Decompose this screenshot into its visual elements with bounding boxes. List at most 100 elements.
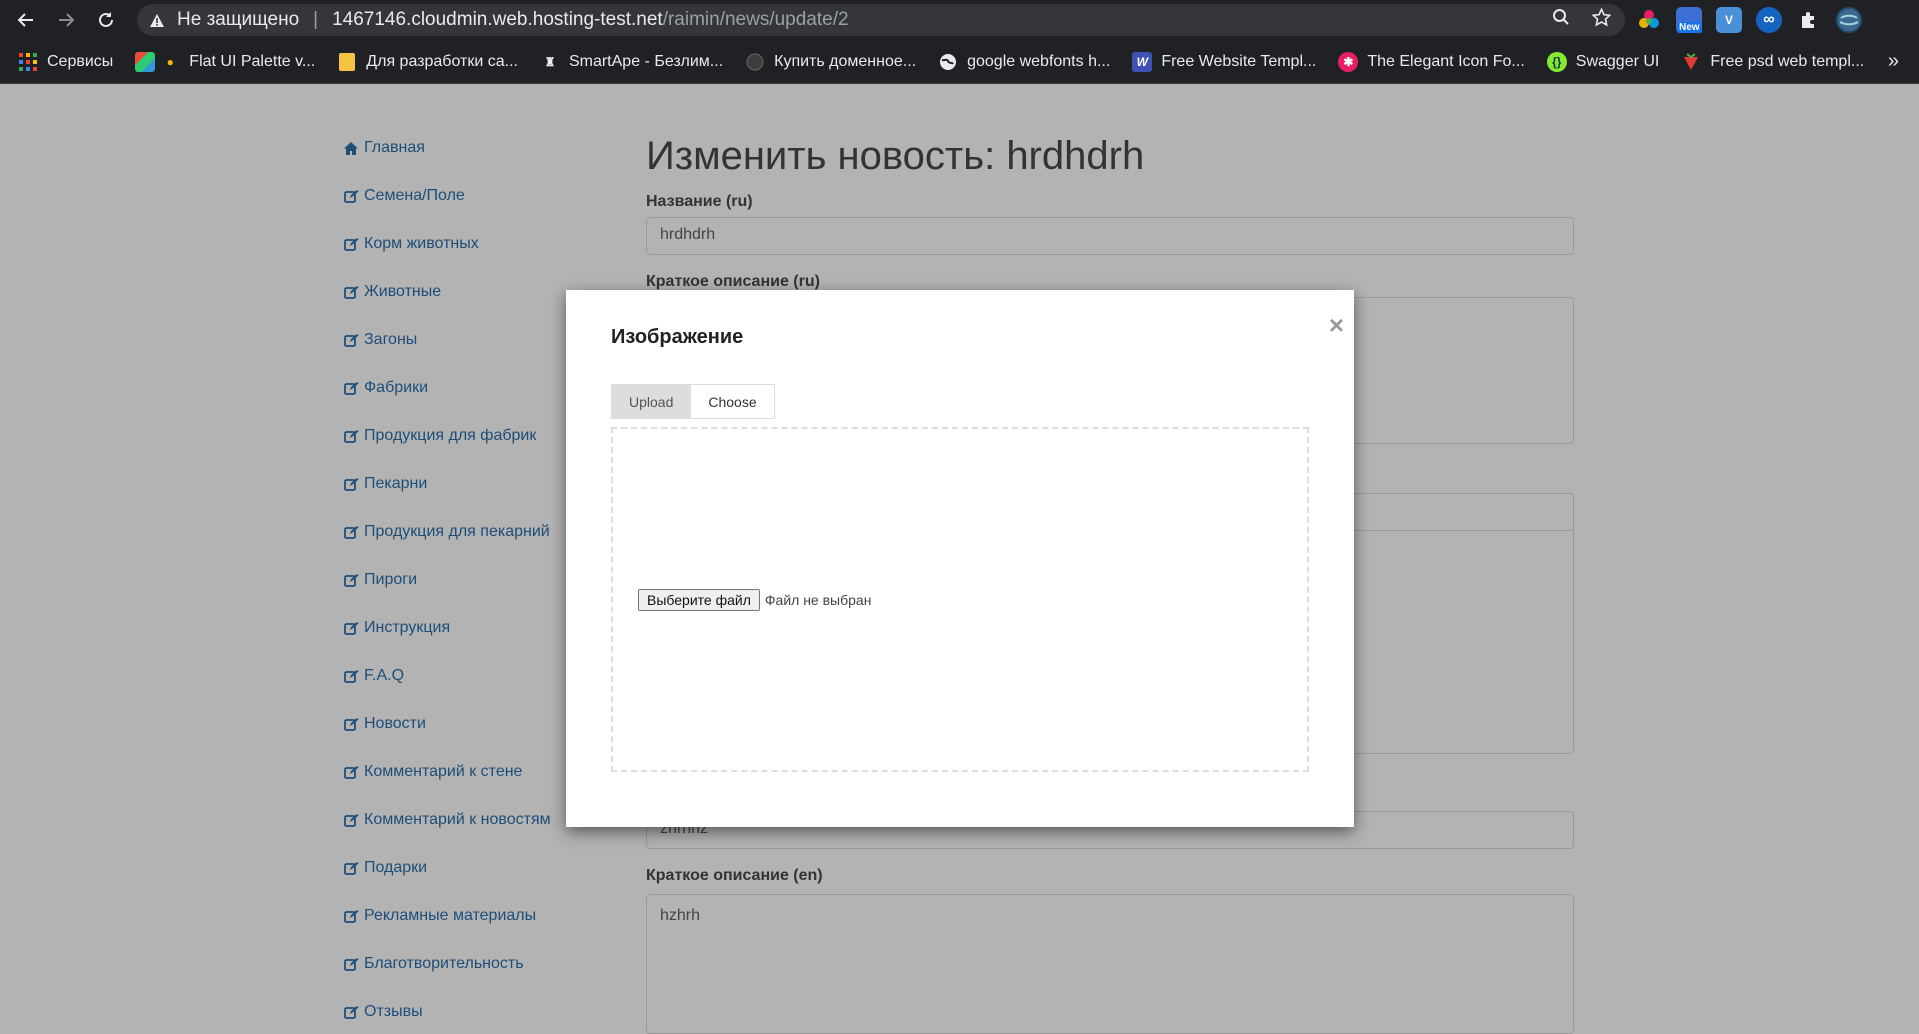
flat-ui-icon xyxy=(135,51,156,72)
profile-avatar[interactable] xyxy=(1836,7,1862,33)
link-ext-icon[interactable]: ∞ xyxy=(1756,7,1782,33)
edit-icon xyxy=(342,476,360,492)
choose-file-button[interactable]: Выберите файл xyxy=(638,589,760,611)
bookmark-label: Для разработки са... xyxy=(366,52,518,70)
file-status-text: Файл не выбран xyxy=(764,592,872,608)
bookmark-item[interactable]: W Free Website Templ... xyxy=(1132,51,1317,72)
sidebar-item-label: Семена/Поле xyxy=(364,187,465,204)
bookmark-item[interactable]: ♜ SmartApe - Безлим... xyxy=(540,52,724,72)
sidebar-item-label: Благотворительность xyxy=(364,955,524,972)
sidebar-item-animals[interactable]: Животные xyxy=(342,268,602,316)
sidebar-item-pens[interactable]: Загоны xyxy=(342,316,602,364)
sidebar-item-factory-products[interactable]: Продукция для фабрик xyxy=(342,412,602,460)
v-ext-icon[interactable]: V xyxy=(1716,7,1742,33)
edit-icon xyxy=(342,764,360,780)
sidebar-item-feed[interactable]: Корм животных xyxy=(342,220,602,268)
color-ext-icon[interactable] xyxy=(1636,7,1662,33)
bookmark-label: Купить доменное... xyxy=(774,52,917,70)
edit-icon xyxy=(342,428,360,444)
url-separator: | xyxy=(313,9,319,30)
swagger-icon: {} xyxy=(1546,51,1567,72)
url-host: 1467146.cloudmin.web.hosting-test.net xyxy=(332,9,663,30)
insecure-label[interactable]: Не защищено xyxy=(177,9,299,31)
address-bar[interactable]: Не защищено | 1467146.cloudmin.web.hosti… xyxy=(137,4,1625,36)
arrow-left-icon xyxy=(17,13,33,27)
sidebar-item-charity[interactable]: Благотворительность xyxy=(342,940,602,988)
bookmark-label: Free Website Templ... xyxy=(1161,52,1317,70)
sidebar-item-instructions[interactable]: Инструкция xyxy=(342,604,602,652)
sidebar-item-wall-comments[interactable]: Комментарий к стене xyxy=(342,748,602,796)
domain-icon xyxy=(745,52,765,72)
sidebar-item-reviews[interactable]: Отзывы xyxy=(342,988,602,1034)
chevron-more-icon[interactable]: » xyxy=(1888,50,1899,73)
bookmark-item[interactable]: Free psd web templ... xyxy=(1681,52,1864,72)
bookmark-item[interactable]: {} Swagger UI xyxy=(1546,51,1659,72)
upload-dropzone[interactable]: Выберите файл Файл не выбран xyxy=(611,427,1309,772)
forward-button[interactable] xyxy=(46,0,86,40)
name-ru-label: Название (ru) xyxy=(646,193,753,210)
sidebar-item-factories[interactable]: Фабрики xyxy=(342,364,602,412)
sidebar-item-pies[interactable]: Пироги xyxy=(342,556,602,604)
bookmark-label: google webfonts h... xyxy=(967,52,1111,70)
close-icon[interactable]: × xyxy=(1329,312,1344,338)
strawberry-icon xyxy=(1681,52,1701,72)
sidebar-item-label: F.A.Q xyxy=(364,667,405,684)
reload-button[interactable] xyxy=(86,0,126,40)
star-badge-icon: ✱ xyxy=(1338,51,1359,72)
bookmark-item[interactable]: Для разработки са... xyxy=(337,52,518,72)
palette-icon: ● xyxy=(166,54,174,69)
globe-icon xyxy=(938,52,958,72)
sidebar-item-label: Продукция для фабрик xyxy=(364,427,537,444)
sidebar-item-label: Инструкция xyxy=(364,619,451,636)
new-ext-icon[interactable]: New xyxy=(1676,7,1702,33)
bookmarks-bar: Сервисы ● Flat UI Palette v... Для разра… xyxy=(0,40,1919,84)
warning-icon xyxy=(149,13,165,28)
reload-icon xyxy=(99,12,113,27)
bookmark-item[interactable]: Сервисы xyxy=(18,52,113,72)
tab-upload[interactable]: Upload xyxy=(611,384,692,419)
sidebar-item-gifts[interactable]: Подарки xyxy=(342,844,602,892)
sidebar-item-label: Отзывы xyxy=(364,1003,423,1020)
sidebar-item-label: Подарки xyxy=(364,859,428,876)
short-ru-label: Краткое описание (ru) xyxy=(646,273,820,290)
sidebar-item-label: Главная xyxy=(364,139,425,156)
sidebar-item-label: Продукция для пекарний xyxy=(364,523,550,540)
bookmark-star-icon[interactable] xyxy=(1591,7,1612,33)
bookmark-item[interactable]: google webfonts h... xyxy=(938,52,1110,72)
sidebar-item-label: Пекарни xyxy=(364,475,428,492)
short-en-textarea[interactable]: hzhrh xyxy=(646,894,1574,1034)
name-ru-input[interactable]: hrdhdrh xyxy=(646,217,1574,255)
bookmark-item[interactable]: ✱ The Elegant Icon Fo... xyxy=(1338,51,1525,72)
sidebar-item-bakeries[interactable]: Пекарни xyxy=(342,460,602,508)
edit-icon xyxy=(342,572,360,588)
back-button[interactable] xyxy=(6,0,46,40)
v-ext-label: V xyxy=(1724,13,1733,27)
bookmark-label: Сервисы xyxy=(47,52,114,70)
bookmark-item[interactable]: Купить доменное... xyxy=(745,52,916,72)
edit-icon xyxy=(342,812,360,828)
sidebar-item-label: Комментарий к стене xyxy=(364,763,523,780)
sidebar-item-label: Рекламные материалы xyxy=(364,907,537,924)
page-title: Изменить новость: hrdhdrh xyxy=(646,134,1145,178)
bookmark-item[interactable]: ● Flat UI Palette v... xyxy=(135,51,315,72)
edit-icon xyxy=(342,716,360,732)
edit-icon xyxy=(342,284,360,300)
sidebar-item-seeds[interactable]: Семена/Поле xyxy=(342,172,602,220)
edit-icon xyxy=(342,236,360,252)
sidebar-item-bakery-products[interactable]: Продукция для пекарний xyxy=(342,508,602,556)
sidebar-item-ad-materials[interactable]: Рекламные материалы xyxy=(342,892,602,940)
puzzle-icon[interactable] xyxy=(1796,7,1822,33)
bookmark-label: SmartApe - Безлим... xyxy=(568,52,724,70)
sidebar-item-home[interactable]: Главная xyxy=(342,124,602,172)
sidebar-item-faq[interactable]: F.A.Q xyxy=(342,652,602,700)
edit-icon xyxy=(342,380,360,396)
sidebar-item-label: Новости xyxy=(364,715,426,732)
zoom-icon[interactable] xyxy=(1552,8,1570,32)
modal-tabs: Upload Choose xyxy=(611,384,775,419)
edit-icon xyxy=(342,620,360,636)
sidebar-item-news-comments[interactable]: Комментарий к новостям xyxy=(342,796,602,844)
tab-choose[interactable]: Choose xyxy=(691,384,775,419)
edit-icon xyxy=(342,332,360,348)
sidebar-item-news[interactable]: Новости xyxy=(342,700,602,748)
edit-icon xyxy=(342,668,360,684)
